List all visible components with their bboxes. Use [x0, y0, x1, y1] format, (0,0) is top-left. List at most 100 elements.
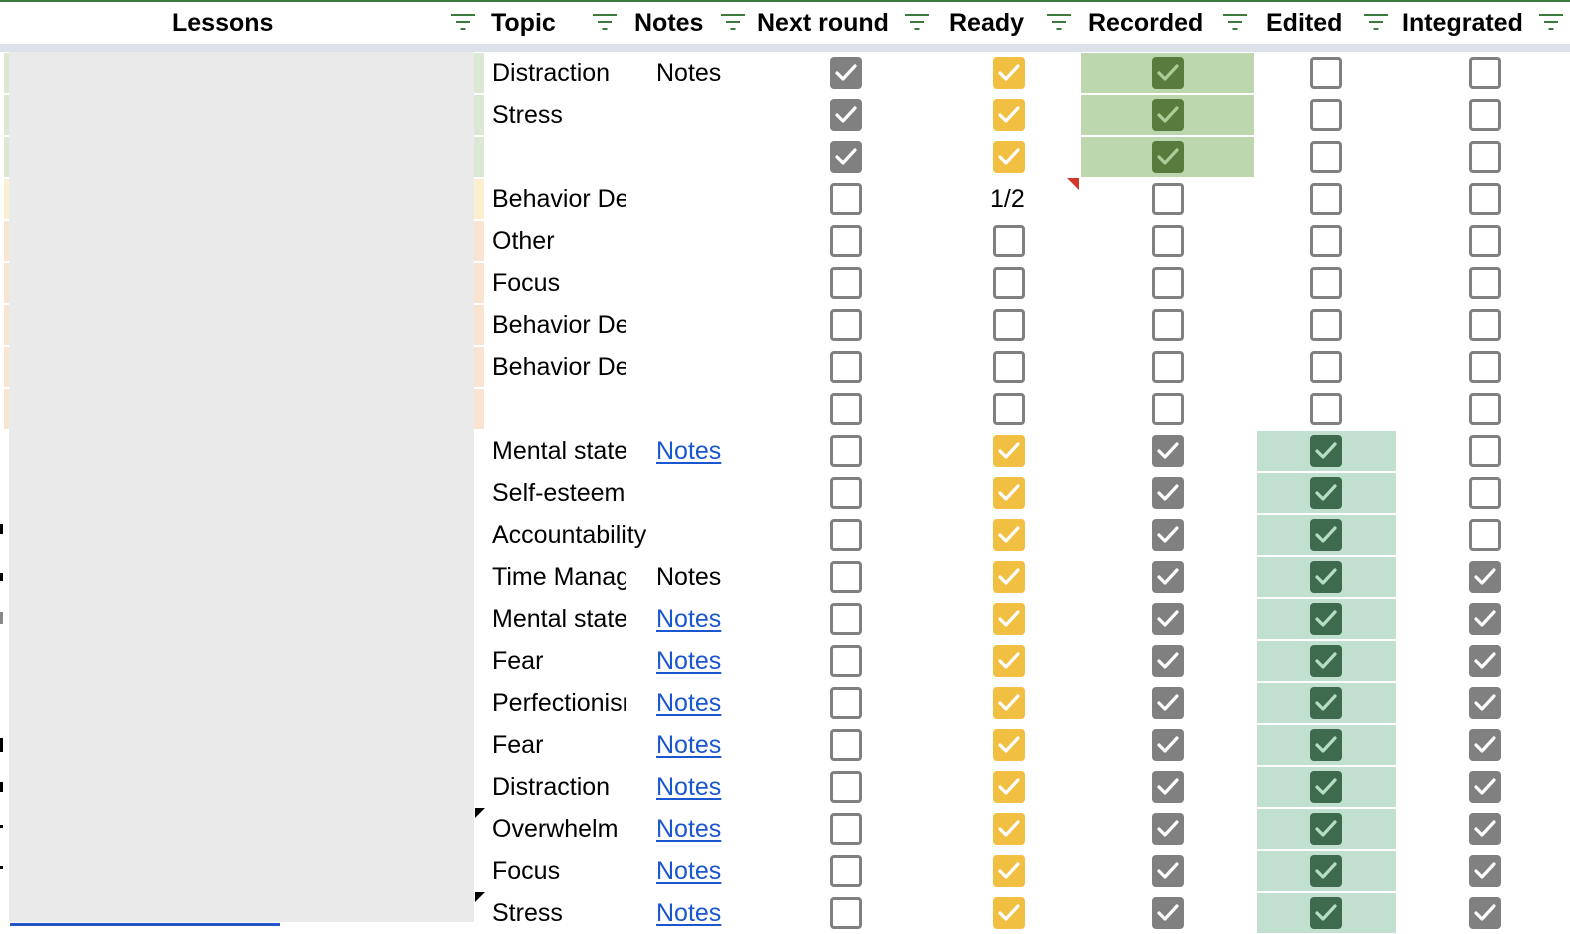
- notes-link[interactable]: Notes: [656, 724, 721, 766]
- recorded-checkbox[interactable]: [1152, 729, 1184, 761]
- integrated-checkbox[interactable]: [1469, 729, 1501, 761]
- header-notes[interactable]: Notes: [634, 2, 703, 44]
- edited-checkbox[interactable]: [1310, 57, 1342, 89]
- notes-link[interactable]: Notes: [656, 766, 721, 808]
- next-round-checkbox[interactable]: [830, 141, 862, 173]
- next-round-checkbox[interactable]: [830, 435, 862, 467]
- edited-checkbox[interactable]: [1310, 561, 1342, 593]
- integrated-checkbox[interactable]: [1469, 351, 1501, 383]
- edited-checkbox[interactable]: [1310, 225, 1342, 257]
- integrated-checkbox[interactable]: [1469, 687, 1501, 719]
- next-round-checkbox[interactable]: [830, 771, 862, 803]
- recorded-checkbox[interactable]: [1152, 897, 1184, 929]
- header-integrated[interactable]: Integrated: [1402, 2, 1523, 44]
- edited-checkbox[interactable]: [1310, 855, 1342, 887]
- topic-cell[interactable]: Fear: [492, 640, 626, 682]
- next-round-checkbox[interactable]: [830, 309, 862, 341]
- topic-cell[interactable]: Distraction: [492, 52, 626, 94]
- ready-checkbox[interactable]: [993, 435, 1025, 467]
- note-indicator-icon[interactable]: [475, 892, 485, 902]
- next-round-checkbox[interactable]: [830, 183, 862, 215]
- filter-icon[interactable]: [1046, 14, 1072, 32]
- integrated-checkbox[interactable]: [1469, 855, 1501, 887]
- ready-checkbox[interactable]: [993, 57, 1025, 89]
- integrated-checkbox[interactable]: [1469, 99, 1501, 131]
- recorded-checkbox[interactable]: [1152, 813, 1184, 845]
- topic-cell[interactable]: Other: [492, 220, 626, 262]
- header-next-round[interactable]: Next round: [757, 2, 889, 44]
- notes-link[interactable]: Notes: [656, 598, 721, 640]
- next-round-checkbox[interactable]: [830, 729, 862, 761]
- topic-cell[interactable]: [492, 388, 626, 430]
- comment-indicator-icon[interactable]: [1067, 178, 1079, 190]
- edited-checkbox[interactable]: [1310, 729, 1342, 761]
- topic-cell[interactable]: Distraction: [492, 766, 626, 808]
- recorded-checkbox[interactable]: [1152, 687, 1184, 719]
- topic-cell[interactable]: Behavior Design: [492, 178, 626, 220]
- recorded-checkbox[interactable]: [1152, 309, 1184, 341]
- topic-cell[interactable]: Focus: [492, 262, 626, 304]
- next-round-checkbox[interactable]: [830, 561, 862, 593]
- notes-cell[interactable]: Notes: [656, 52, 721, 94]
- ready-checkbox[interactable]: [993, 603, 1025, 635]
- next-round-checkbox[interactable]: [830, 351, 862, 383]
- header-ready[interactable]: Ready: [949, 2, 1024, 44]
- ready-checkbox[interactable]: [993, 99, 1025, 131]
- recorded-checkbox[interactable]: [1152, 99, 1184, 131]
- edited-checkbox[interactable]: [1310, 687, 1342, 719]
- edited-checkbox[interactable]: [1310, 267, 1342, 299]
- recorded-checkbox[interactable]: [1152, 267, 1184, 299]
- recorded-checkbox[interactable]: [1152, 477, 1184, 509]
- integrated-checkbox[interactable]: [1469, 519, 1501, 551]
- next-round-checkbox[interactable]: [830, 897, 862, 929]
- recorded-checkbox[interactable]: [1152, 519, 1184, 551]
- edited-checkbox[interactable]: [1310, 897, 1342, 929]
- recorded-checkbox[interactable]: [1152, 561, 1184, 593]
- integrated-checkbox[interactable]: [1469, 645, 1501, 677]
- integrated-checkbox[interactable]: [1469, 141, 1501, 173]
- notes-cell[interactable]: Notes: [656, 556, 721, 598]
- ready-checkbox[interactable]: [993, 267, 1025, 299]
- edited-checkbox[interactable]: [1310, 519, 1342, 551]
- filter-icon[interactable]: [904, 14, 930, 32]
- integrated-checkbox[interactable]: [1469, 309, 1501, 341]
- recorded-checkbox[interactable]: [1152, 351, 1184, 383]
- ready-checkbox[interactable]: [993, 897, 1025, 929]
- integrated-checkbox[interactable]: [1469, 603, 1501, 635]
- integrated-checkbox[interactable]: [1469, 771, 1501, 803]
- ready-value[interactable]: 1/2: [990, 178, 1025, 220]
- recorded-checkbox[interactable]: [1152, 183, 1184, 215]
- ready-checkbox[interactable]: [993, 477, 1025, 509]
- edited-checkbox[interactable]: [1310, 141, 1342, 173]
- notes-link[interactable]: Notes: [656, 682, 721, 724]
- ready-checkbox[interactable]: [993, 813, 1025, 845]
- edited-checkbox[interactable]: [1310, 645, 1342, 677]
- recorded-checkbox[interactable]: [1152, 645, 1184, 677]
- recorded-checkbox[interactable]: [1152, 771, 1184, 803]
- next-round-checkbox[interactable]: [830, 477, 862, 509]
- integrated-checkbox[interactable]: [1469, 897, 1501, 929]
- ready-checkbox[interactable]: [993, 393, 1025, 425]
- topic-cell[interactable]: Overwhelm: [492, 808, 626, 850]
- next-round-checkbox[interactable]: [830, 57, 862, 89]
- filter-icon[interactable]: [1538, 14, 1564, 32]
- topic-cell[interactable]: Self-esteem: [492, 472, 626, 514]
- topic-cell[interactable]: Accountability: [492, 514, 792, 556]
- edited-checkbox[interactable]: [1310, 435, 1342, 467]
- topic-cell[interactable]: Perfectionism: [492, 682, 626, 724]
- next-round-checkbox[interactable]: [830, 855, 862, 887]
- filter-icon[interactable]: [1363, 14, 1389, 32]
- next-round-checkbox[interactable]: [830, 603, 862, 635]
- ready-checkbox[interactable]: [993, 351, 1025, 383]
- header-lessons[interactable]: Lessons: [172, 2, 273, 44]
- topic-cell[interactable]: Behavior Design: [492, 304, 626, 346]
- ready-checkbox[interactable]: [993, 687, 1025, 719]
- ready-checkbox[interactable]: [993, 561, 1025, 593]
- recorded-checkbox[interactable]: [1152, 393, 1184, 425]
- ready-checkbox[interactable]: [993, 771, 1025, 803]
- filter-icon[interactable]: [592, 14, 618, 32]
- filter-icon[interactable]: [720, 14, 746, 32]
- integrated-checkbox[interactable]: [1469, 225, 1501, 257]
- integrated-checkbox[interactable]: [1469, 813, 1501, 845]
- edited-checkbox[interactable]: [1310, 477, 1342, 509]
